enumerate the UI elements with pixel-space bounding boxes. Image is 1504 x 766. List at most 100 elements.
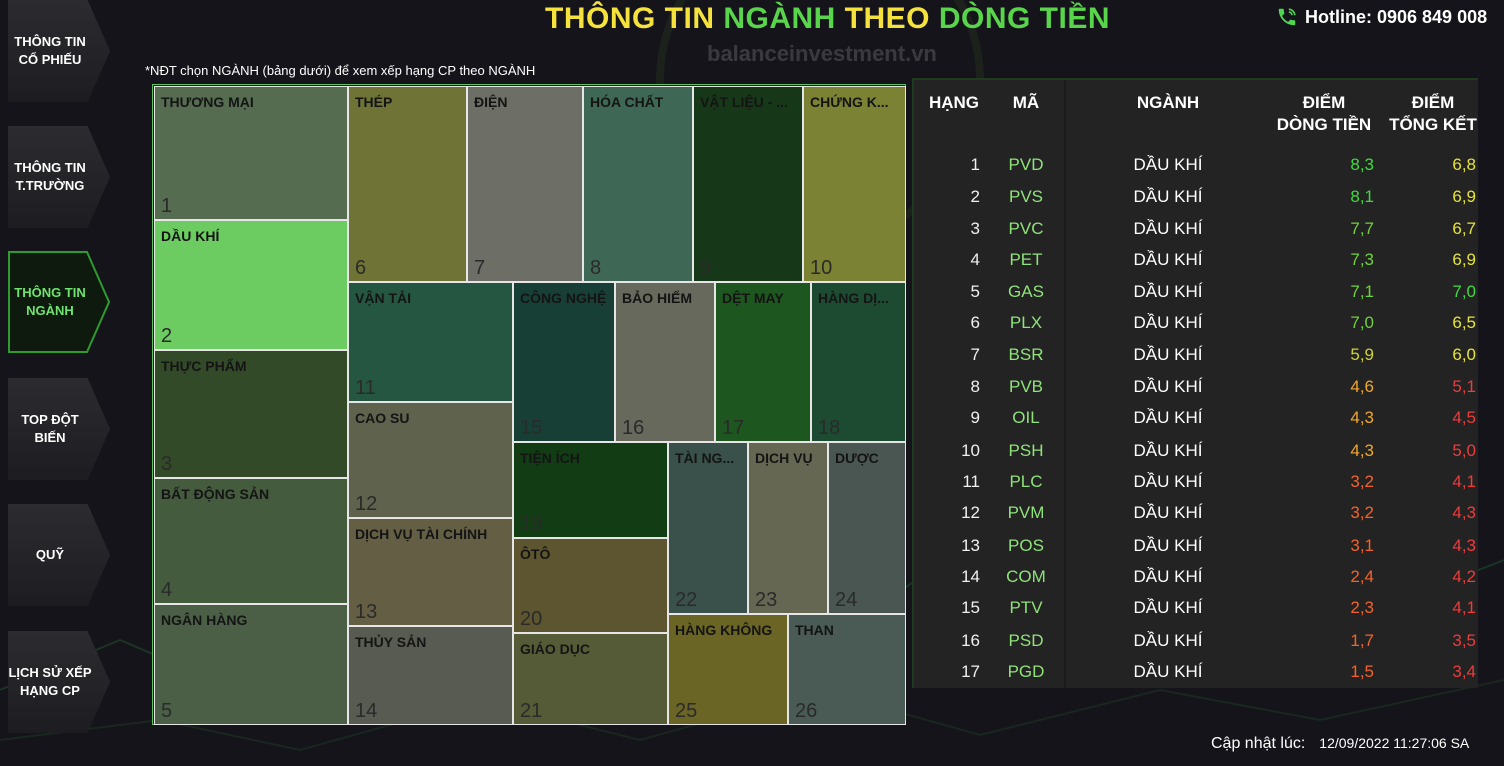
cell-total-score: 6,5 [1452,313,1476,332]
cell-rank: 11 [962,472,980,491]
cell-total-score: 4,2 [1452,567,1476,586]
cell-stock-code: PSH [1008,441,1044,460]
cell-flow-score: 3,2 [1350,472,1374,491]
cell-stock-code: GAS [1008,282,1044,301]
cell-industry: DẦU KHÍ [1133,536,1203,555]
update-label: Cập nhật lúc: [1211,735,1306,752]
cell-flow-score: 7,0 [1350,313,1374,332]
cell-total-score: 3,4 [1452,662,1476,681]
header-total-score: ĐIỂM TỔNG KẾT [1389,93,1477,134]
tile-rank-number: 1 [161,195,173,217]
cell-stock-code: PTV [1009,598,1043,617]
table-row[interactable]: 14 COM DẦU KHÍ 2,4 4,2 [914,562,1478,592]
table-row[interactable]: 12 PVM DẦU KHÍ 3,2 4,3 [914,498,1478,528]
table-row[interactable]: 4 PET DẦU KHÍ 7,3 6,9 [914,245,1478,275]
treemap-tile[interactable]: TÀI NG... 22 [668,442,748,614]
sidebar-item-funds[interactable]: QUỸ [8,504,110,606]
table-row[interactable]: 1 PVD DẦU KHÍ 8,3 6,8 [914,150,1478,180]
treemap-tile[interactable]: CÔNG NGHỆ 15 [513,282,615,442]
sidebar-item-label: THÔNG TIN CỔ PHIẾU [14,34,86,67]
tile-rank-number: 7 [474,257,486,279]
table-row[interactable]: 7 BSR DẦU KHÍ 5,9 6,0 [914,340,1478,370]
sidebar-item-top-breakout[interactable]: TOP ĐỘT BIẾN [8,378,110,480]
cell-rank: 7 [970,345,980,364]
hotline[interactable]: Hotline: 0906 849 008 [1276,6,1487,28]
treemap-tile[interactable]: HÓA CHẤT 8 [583,86,693,282]
tile-name: TÀI NG... [675,450,735,466]
cell-rank: 14 [961,567,980,586]
treemap-tile[interactable]: GIÁO DỤC 21 [513,633,668,725]
sidebar-item-market-info[interactable]: THÔNG TIN T.TRƯỜNG [8,126,110,228]
treemap-tile[interactable]: CHỨNG K... 10 [803,86,906,282]
treemap-tile[interactable]: ÔTÔ 20 [513,538,668,633]
treemap-tile[interactable]: DƯỢC 24 [828,442,906,614]
sidebar-nav: THÔNG TIN CỔ PHIẾU THÔNG TIN T.TRƯỜNG TH… [0,0,115,766]
table-row[interactable]: 5 GAS DẦU KHÍ 7,1 7,0 [914,277,1478,307]
tile-name: CÔNG NGHỆ [520,290,607,306]
treemap-tile[interactable]: THƯƠNG MẠI 1 [154,86,348,220]
cell-industry: DẦU KHÍ [1133,155,1203,174]
table-row[interactable]: 11 PLC DẦU KHÍ 3,2 4,1 [914,467,1478,497]
table-row[interactable]: 2 PVS DẦU KHÍ 8,1 6,9 [914,182,1478,212]
cell-stock-code: PVD [1008,155,1044,174]
table-row[interactable]: 17 PGD DẦU KHÍ 1,5 3,4 [914,657,1478,687]
treemap-tile[interactable]: HÀNG DỊ... 18 [811,282,906,442]
treemap-tile[interactable]: BẤT ĐỘNG SẢN 4 [154,478,348,604]
treemap-tile[interactable]: THÉP 6 [348,86,467,282]
treemap-tile[interactable]: VẬN TẢI 11 [348,282,513,402]
tile-name: DƯỢC [835,450,879,466]
cell-stock-code: BSR [1008,345,1044,364]
tile-name: BẤT ĐỘNG SẢN [161,486,270,502]
cell-flow-score: 4,6 [1350,377,1374,396]
treemap-tile[interactable]: BẢO HIỂM 16 [615,282,715,442]
tile-rank-number: 12 [355,493,378,515]
stock-ranking-table: HẠNG MÃ NGÀNH ĐIỂM DÒNG TIỀN ĐIỂM TỔNG K… [912,78,1478,688]
table-row[interactable]: 15 PTV DẦU KHÍ 2,3 4,1 [914,593,1478,623]
tile-rank-number: 22 [675,589,698,611]
cell-industry: DẦU KHÍ [1133,377,1203,396]
cell-total-score: 4,5 [1452,408,1476,427]
treemap-tile[interactable]: HÀNG KHÔNG 25 [668,614,788,725]
tile-name: HÀNG KHÔNG [675,622,773,638]
treemap-tile[interactable]: THỰC PHẨM 3 [154,350,348,478]
sidebar-item-industry-info[interactable]: THÔNG TIN NGÀNH [8,251,110,353]
table-row[interactable]: 8 PVB DẦU KHÍ 4,6 5,1 [914,372,1478,402]
treemap-tile[interactable]: NGÂN HÀNG 5 [154,604,348,725]
treemap-tile[interactable]: DỊCH VỤ 23 [748,442,828,614]
cell-total-score: 6,9 [1452,187,1476,206]
tile-name: THƯƠNG MẠI [161,94,254,110]
cell-flow-score: 2,3 [1350,598,1374,617]
update-timestamp: 12/09/2022 11:27:06 SA [1319,735,1470,751]
tile-name: VẬT LIỆU - ... [700,94,788,110]
tile-rank-number: 17 [722,417,745,439]
cell-stock-code: PVS [1008,187,1044,206]
treemap-tile[interactable]: THỦY SẢN 14 [348,626,513,725]
cell-rank: 9 [970,408,980,427]
cell-total-score: 5,0 [1452,441,1476,460]
treemap-tile[interactable]: DẦU KHÍ 2 [154,220,348,350]
cell-total-score: 4,1 [1452,472,1476,491]
treemap-tile[interactable]: THAN 26 [788,614,906,725]
hotline-text: Hotline: 0906 849 008 [1305,6,1488,27]
sidebar-item-label: TOP ĐỘT BIẾN [21,412,79,445]
sidebar-item-label: THÔNG TIN T.TRƯỜNG [14,160,86,193]
table-row[interactable]: 6 PLX DẦU KHÍ 7,0 6,5 [914,308,1478,338]
table-row[interactable]: 3 PVC DẦU KHÍ 7,7 6,7 [914,214,1478,244]
treemap-tile[interactable]: DỊCH VỤ TÀI CHÍNH 13 [348,518,513,626]
sidebar-item-stock-info[interactable]: THÔNG TIN CỔ PHIẾU [8,0,110,102]
tile-name: DẦU KHÍ [161,228,220,244]
table-row[interactable]: 16 PSD DẦU KHÍ 1,7 3,5 [914,626,1478,656]
treemap-tile[interactable]: DỆT MAY 17 [715,282,811,442]
tile-name: TIỆN ÍCH [520,450,580,466]
table-row[interactable]: 10 PSH DẦU KHÍ 4,3 5,0 [914,436,1478,466]
sidebar-item-ranking-history[interactable]: LỊCH SỬ XẾP HẠNG CP [8,631,110,733]
cell-industry: DẦU KHÍ [1133,598,1203,617]
treemap-tile[interactable]: CAO SU 12 [348,402,513,518]
table-row[interactable]: 13 POS DẦU KHÍ 3,1 4,3 [914,531,1478,561]
table-row[interactable]: 9 OIL DẦU KHÍ 4,3 4,5 [914,403,1478,433]
tile-name: ÔTÔ [520,546,551,562]
cell-flow-score: 4,3 [1350,441,1374,460]
treemap-tile[interactable]: VẬT LIỆU - ... 9 [693,86,803,282]
treemap-tile[interactable]: TIỆN ÍCH 19 [513,442,668,538]
treemap-tile[interactable]: ĐIỆN 7 [467,86,583,282]
